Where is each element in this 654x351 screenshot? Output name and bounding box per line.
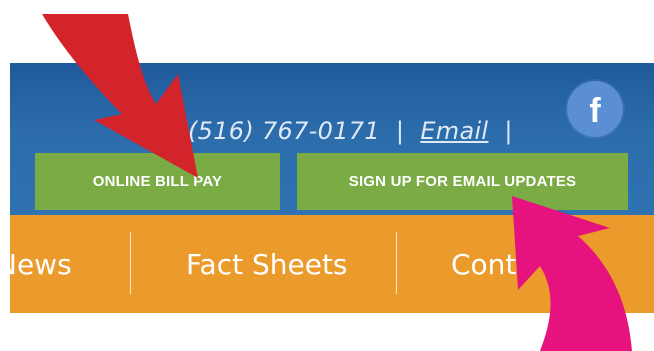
- email-updates-button[interactable]: SIGN UP FOR EMAIL UPDATES: [297, 153, 628, 210]
- nav-divider: [130, 232, 131, 294]
- email-link[interactable]: Email: [420, 117, 488, 145]
- nav-item-news[interactable]: News: [0, 215, 72, 313]
- separator: |: [395, 117, 405, 145]
- facebook-letter: f: [589, 92, 601, 130]
- nav-item-fact-sheets[interactable]: Fact Sheets: [186, 215, 348, 313]
- nav-divider: [396, 232, 397, 294]
- nav-item-contact[interactable]: Cont: [451, 215, 516, 313]
- contact-line: (516) 767-0171 | Email |: [188, 111, 513, 151]
- phone-number: (516) 767-0171: [188, 117, 380, 145]
- facebook-icon[interactable]: f: [567, 81, 623, 137]
- separator: |: [504, 117, 513, 145]
- main-nav: News Fact Sheets Cont: [0, 215, 654, 313]
- online-bill-pay-button[interactable]: ONLINE BILL PAY: [35, 153, 280, 210]
